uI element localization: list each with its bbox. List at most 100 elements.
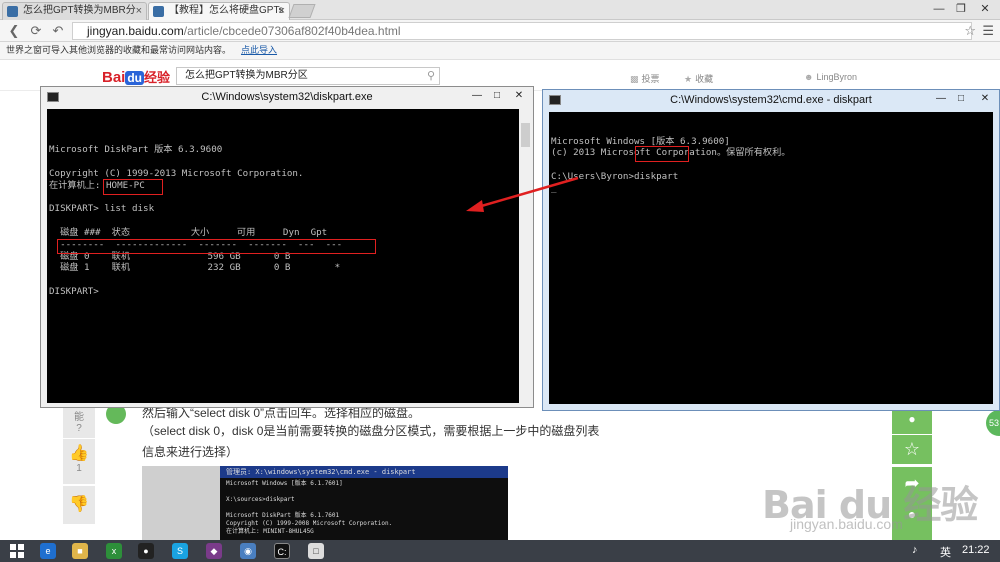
reload-icon[interactable]: ⟳ (28, 23, 44, 39)
cmd-titlebar[interactable]: C:\Windows\system32\cmd.exe - diskpart —… (543, 90, 999, 110)
back-icon[interactable]: ❮ (6, 23, 22, 39)
screenshot-console-text: Microsoft Windows [版本 6.1.7601] X:\sourc… (226, 480, 393, 535)
close-icon[interactable]: ✕ (977, 92, 993, 106)
diskpart-window[interactable]: C:\Windows\system32\diskpart.exe — □ ✕ M… (40, 86, 534, 408)
article-screenshot[interactable]: 管理员: X:\windows\system32\cmd.exe - diskp… (142, 466, 508, 542)
diskpart-scrollbar[interactable] (519, 109, 531, 403)
internet-explorer-icon[interactable]: e (40, 543, 56, 559)
window-minimize-button[interactable]: — (928, 0, 950, 20)
console-line: Copyright (C) 1999-2013 Microsoft Corpor… (49, 167, 304, 179)
window-title: C:\Windows\system32\diskpart.exe (201, 91, 373, 103)
article-step-text: （select disk 0，disk 0是当前需要转换的磁盘分区模式，需要根据… (142, 424, 600, 438)
window-taskbar-icon[interactable]: □ (308, 543, 324, 559)
bookmark-bar: 世界之窗可导入其他浏览器的收藏和最常访问网站内容。 点此导入 (0, 42, 1000, 60)
qq-icon[interactable]: ● (138, 543, 154, 559)
url-input[interactable]: jingyan.baidu.com/article/cbcede07306af8… (72, 22, 972, 40)
media-app-icon[interactable]: ◆ (206, 543, 222, 559)
baidu-watermark-url: jingyan.baidu.com (790, 516, 903, 532)
scroll-thumb[interactable] (521, 123, 530, 147)
undo-close-icon[interactable]: ↶ (50, 23, 66, 39)
diskpart-console[interactable]: Microsoft DiskPart 版本 6.3.9600 Copyright… (47, 109, 519, 403)
bookmark-star-icon[interactable]: ☆ (964, 23, 976, 39)
console-line: _ (551, 182, 557, 194)
window-restore-button[interactable]: ❐ (950, 0, 972, 20)
thumbs-down-icon: 👎 (69, 496, 89, 513)
file-explorer-icon[interactable]: ■ (72, 543, 88, 559)
windows-start-icon[interactable] (10, 544, 24, 558)
browser-tab-bar: 怎么把GPT转换为MBR分 × 【教程】怎么将硬盘GPTs × — ❐ ✕ (0, 0, 1000, 20)
favorite-link[interactable]: ★ 收藏 (684, 72, 713, 85)
tab-close-icon[interactable]: × (279, 3, 285, 19)
url-path: /article/cbcede07306af802f40b4dea.html (183, 24, 401, 38)
window-close-button[interactable]: ✕ (974, 0, 996, 20)
star-icon: ☆ (903, 439, 921, 459)
minimize-icon[interactable]: — (469, 89, 485, 103)
highlight-diskpart-command (635, 146, 689, 162)
side-favorite-button[interactable]: ☆ (892, 434, 932, 464)
screenshot-left-pane (142, 466, 220, 542)
tab-tutorial[interactable]: 【教程】怎么将硬盘GPTs × (148, 2, 290, 20)
search-value: 怎么把GPT转换为MBR分区 (185, 70, 308, 81)
address-bar-row: ❮ ⟳ ↶ jingyan.baidu.com/article/cbcede07… (0, 20, 1000, 42)
thumbs-up-icon: 👍 (69, 445, 89, 462)
page-favicon-icon (7, 6, 18, 17)
page-favicon-icon (153, 6, 164, 17)
spreadsheet-app-icon[interactable]: x (106, 543, 122, 559)
cmd-console[interactable]: Microsoft Windows [版本 6.3.9600] (c) 2013 … (549, 112, 993, 404)
vote-up-count: 1 (76, 463, 82, 474)
highlight-list-disk (103, 179, 163, 195)
baidu-jingyan-logo[interactable]: Bai du 经验 (102, 67, 170, 86)
console-taskbar-icon[interactable]: C: (274, 543, 290, 559)
console-line: C:\Users\Byron>diskpart (551, 170, 679, 182)
windows-taskbar: e ■ x ● S ◆ ◉ C: □ ♪ 英 21:22 (0, 540, 1000, 562)
article-step-text: 信息来进行选择） (142, 445, 239, 459)
maximize-icon[interactable]: □ (489, 89, 505, 103)
vote-link[interactable]: ▩ 投票 (630, 72, 660, 85)
skype-icon[interactable]: S (172, 543, 188, 559)
console-line: DISKPART> list disk (49, 203, 155, 215)
tab-close-icon[interactable]: × (136, 3, 142, 19)
console-icon (549, 95, 561, 105)
tab-gpt-to-mbr[interactable]: 怎么把GPT转换为MBR分 × (2, 2, 147, 20)
tab-title: 【教程】怎么将硬盘GPTs (169, 5, 284, 16)
import-notice: 世界之窗可导入其他浏览器的收藏和最常访问网站内容。 (6, 45, 232, 55)
cmd-window[interactable]: C:\Windows\system32\cmd.exe - diskpart —… (542, 89, 1000, 411)
cmd-output: Microsoft Windows [版本 6.3.9600] (c) 2013 … (551, 136, 991, 195)
window-title: C:\Windows\system32\cmd.exe - diskpart (670, 94, 872, 106)
bar-chart-icon: ▩ (630, 74, 639, 84)
volume-icon[interactable]: ♪ (912, 544, 918, 556)
new-tab-button[interactable] (288, 4, 316, 18)
screenshot-title: 管理员: X:\windows\system32\cmd.exe - diskp… (220, 466, 508, 478)
input-language[interactable]: 英 (940, 544, 951, 560)
console-line: DISKPART> (49, 285, 99, 297)
diskpart-titlebar[interactable]: C:\Windows\system32\diskpart.exe — □ ✕ (41, 87, 533, 107)
clock[interactable]: 21:22 (962, 544, 990, 556)
import-link[interactable]: 点此导入 (241, 45, 277, 55)
search-icon[interactable]: ⚲ (427, 68, 435, 84)
minimize-icon[interactable]: — (933, 92, 949, 106)
right-side-badge[interactable]: 53 (986, 410, 1000, 436)
console-line: 磁盘 1 联机 232 GB 0 B * (49, 262, 341, 274)
thumbs-up-button[interactable]: 👍 1 (63, 438, 95, 484)
close-icon[interactable]: ✕ (511, 89, 527, 103)
console-icon (47, 92, 59, 102)
tab-title: 怎么把GPT转换为MBR分 (23, 5, 136, 16)
console-line: 磁盘 ### 状态 大小 可用 Dyn Gpt (49, 226, 328, 238)
user-menu[interactable]: ☻ LingByron (804, 72, 857, 82)
site-search-input[interactable]: 怎么把GPT转换为MBR分区 ⚲ (176, 67, 440, 85)
browser-menu-icon[interactable]: ☰ (982, 23, 994, 39)
console-line: Microsoft DiskPart 版本 6.3.9600 (49, 144, 223, 156)
highlight-disk-1-row (57, 239, 376, 254)
star-icon: ★ (684, 74, 693, 84)
browser-app-icon[interactable]: ◉ (240, 543, 256, 559)
question-icon: 能? (74, 412, 84, 434)
diskpart-output: Microsoft DiskPart 版本 6.3.9600 Copyright… (49, 133, 517, 298)
thumbs-down-button[interactable]: 👎 (63, 486, 95, 524)
url-host: jingyan.baidu.com (87, 24, 184, 38)
maximize-icon[interactable]: □ (953, 92, 969, 106)
